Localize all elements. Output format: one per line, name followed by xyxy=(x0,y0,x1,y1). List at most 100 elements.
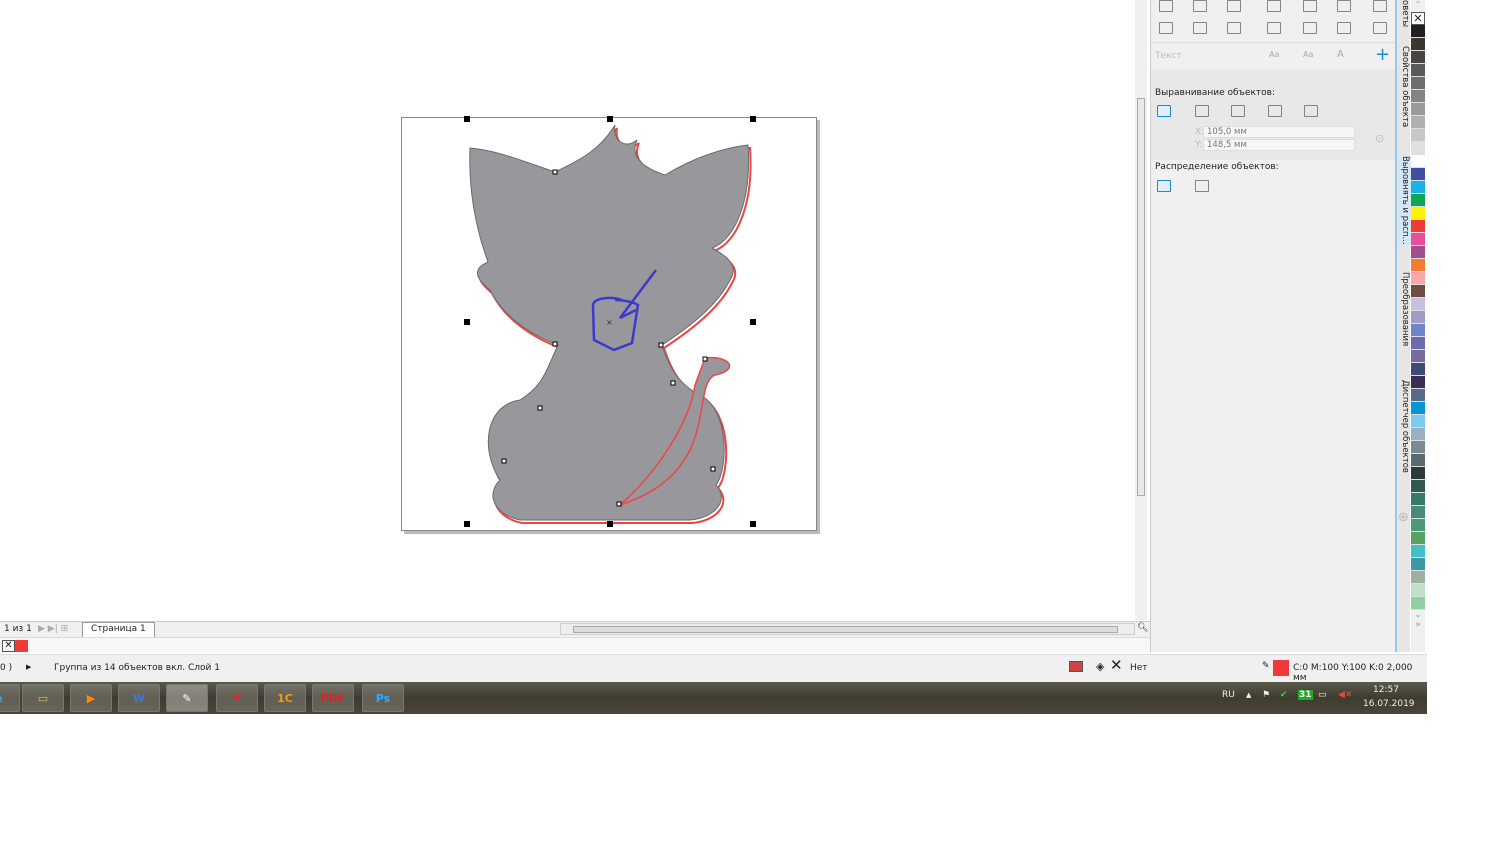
horizontal-scrollbar[interactable] xyxy=(560,623,1135,635)
x-coordinate-field[interactable]: 105,0 мм xyxy=(1203,126,1355,138)
show-hidden-icons[interactable]: ▲ xyxy=(1246,691,1251,699)
zoom-icon[interactable]: 🔍︎ xyxy=(1137,623,1148,633)
color-swatch[interactable] xyxy=(1411,77,1425,90)
color-swatch[interactable] xyxy=(1411,402,1425,415)
color-swatch[interactable] xyxy=(1411,480,1425,493)
taskbar-pdf[interactable]: PDF xyxy=(312,684,354,712)
color-swatch[interactable] xyxy=(1411,272,1425,285)
taskbar-ie[interactable]: e xyxy=(0,684,20,712)
color-swatch[interactable] xyxy=(1411,285,1425,298)
color-swatch[interactable] xyxy=(1411,25,1425,38)
clock-date[interactable]: 16.07.2019 xyxy=(1363,699,1415,709)
align-top-icon[interactable] xyxy=(1159,22,1173,34)
selection-handle[interactable] xyxy=(464,116,470,122)
color-swatch[interactable] xyxy=(1411,168,1425,181)
text-align-icon[interactable]: Aa xyxy=(1269,50,1279,59)
color-swatch[interactable] xyxy=(1411,298,1425,311)
align-to-point-icon[interactable] xyxy=(1304,105,1318,117)
color-swatch[interactable] xyxy=(1411,311,1425,324)
color-swatch[interactable] xyxy=(1411,415,1425,428)
cat-drawing[interactable]: × xyxy=(0,0,1135,620)
align-bottom-icon[interactable] xyxy=(1227,22,1241,34)
color-swatch[interactable] xyxy=(1411,350,1425,363)
no-fill-icon[interactable]: ✕ xyxy=(1110,658,1123,673)
check-icon[interactable]: ✔ xyxy=(1280,690,1288,700)
align-bottom-right-icon[interactable] xyxy=(1337,22,1351,34)
selection-handle[interactable] xyxy=(750,521,756,527)
color-swatch[interactable] xyxy=(1411,246,1425,259)
selection-handle[interactable] xyxy=(607,116,613,122)
color-swatch[interactable] xyxy=(1411,389,1425,402)
calendar-icon[interactable]: 31 xyxy=(1298,690,1313,700)
align-to-page-edge-icon[interactable] xyxy=(1195,105,1209,117)
align-to-grid-icon[interactable] xyxy=(1268,105,1282,117)
align-top-center-icon[interactable] xyxy=(1303,0,1317,12)
page-nav-icons[interactable]: ▶ ▶| ⊞ xyxy=(38,624,68,634)
color-swatch[interactable] xyxy=(1411,545,1425,558)
page-tab[interactable]: Страница 1 xyxy=(82,622,155,637)
selection-handle[interactable] xyxy=(464,319,470,325)
language-indicator[interactable]: RU xyxy=(1222,690,1235,700)
y-coordinate-field[interactable]: 148,5 мм xyxy=(1203,139,1355,151)
taskbar-explorer[interactable]: ▭ xyxy=(22,684,64,712)
add-icon[interactable]: + xyxy=(1375,44,1390,65)
clock-time[interactable]: 12:57 xyxy=(1373,685,1399,695)
color-swatch[interactable] xyxy=(1411,324,1425,337)
color-swatch[interactable] xyxy=(1411,220,1425,233)
distribute-to-page-icon[interactable] xyxy=(1195,180,1209,192)
color-swatch[interactable] xyxy=(1411,558,1425,571)
color-swatch[interactable] xyxy=(1411,428,1425,441)
color-swatch[interactable] xyxy=(1411,337,1425,350)
color-swatch[interactable] xyxy=(1411,532,1425,545)
align-left-icon[interactable] xyxy=(1159,0,1173,12)
align-center-h-icon[interactable] xyxy=(1193,0,1207,12)
color-swatch[interactable] xyxy=(1411,506,1425,519)
no-color-swatch[interactable]: ✕ xyxy=(1411,12,1425,25)
target-icon[interactable]: ⊙ xyxy=(1375,132,1384,145)
color-swatch[interactable] xyxy=(1411,259,1425,272)
align-edge-icon[interactable] xyxy=(1373,0,1387,12)
align-right-icon[interactable] xyxy=(1227,0,1241,12)
no-color-swatch[interactable]: ✕ xyxy=(2,640,15,652)
color-swatch[interactable] xyxy=(1411,64,1425,77)
drawing-canvas[interactable]: × xyxy=(0,0,1135,620)
taskbar-media-player[interactable]: ▶ xyxy=(70,684,112,712)
color-proof-icon[interactable] xyxy=(1069,661,1083,672)
color-swatch[interactable] xyxy=(1411,584,1425,597)
align-bottom-center-icon[interactable] xyxy=(1303,22,1317,34)
align-top-left-icon[interactable] xyxy=(1267,0,1281,12)
color-swatch[interactable] xyxy=(1411,233,1425,246)
taskbar-word[interactable]: W xyxy=(118,684,160,712)
tab-align-distribute[interactable]: Выровнять и расп... xyxy=(1397,156,1412,245)
align-to-page-center-icon[interactable] xyxy=(1231,105,1245,117)
horizontal-scroll-thumb[interactable] xyxy=(573,626,1118,633)
color-swatch[interactable] xyxy=(1411,90,1425,103)
color-swatch[interactable] xyxy=(1411,207,1425,220)
selection-handle[interactable] xyxy=(750,319,756,325)
taskbar-photoshop[interactable]: Ps xyxy=(362,684,404,712)
volume-muted-icon[interactable]: ◀✕ xyxy=(1338,690,1352,700)
color-swatch[interactable] xyxy=(1411,571,1425,584)
color-swatch[interactable] xyxy=(1411,38,1425,51)
text-frame-icon[interactable]: A xyxy=(1337,49,1344,60)
color-swatch[interactable] xyxy=(1411,454,1425,467)
tab-transformations[interactable]: Преобразования xyxy=(1397,272,1412,346)
color-swatch[interactable] xyxy=(1411,194,1425,207)
add-tab-icon[interactable]: ⊕ xyxy=(1398,510,1409,525)
selection-handle[interactable] xyxy=(464,521,470,527)
text-baseline-icon[interactable]: Aa xyxy=(1303,50,1313,59)
color-swatch[interactable] xyxy=(1411,181,1425,194)
palette-scroll-down-icon[interactable]: ⌄ xyxy=(1411,610,1425,620)
color-swatch[interactable] xyxy=(1411,129,1425,142)
align-bottom-left-icon[interactable] xyxy=(1267,22,1281,34)
color-swatch[interactable] xyxy=(1411,363,1425,376)
align-center-v-icon[interactable] xyxy=(1193,22,1207,34)
color-swatch[interactable] xyxy=(1411,376,1425,389)
align-edge2-icon[interactable] xyxy=(1373,22,1387,34)
flag-icon[interactable]: ⚑ xyxy=(1262,690,1270,700)
tab-hints[interactable]: оветы xyxy=(1397,0,1412,27)
color-swatch[interactable] xyxy=(1411,142,1425,155)
color-swatch[interactable] xyxy=(1411,103,1425,116)
tab-object-manager[interactable]: Диспетчер объектов xyxy=(1397,380,1412,473)
align-top-right-icon[interactable] xyxy=(1337,0,1351,12)
